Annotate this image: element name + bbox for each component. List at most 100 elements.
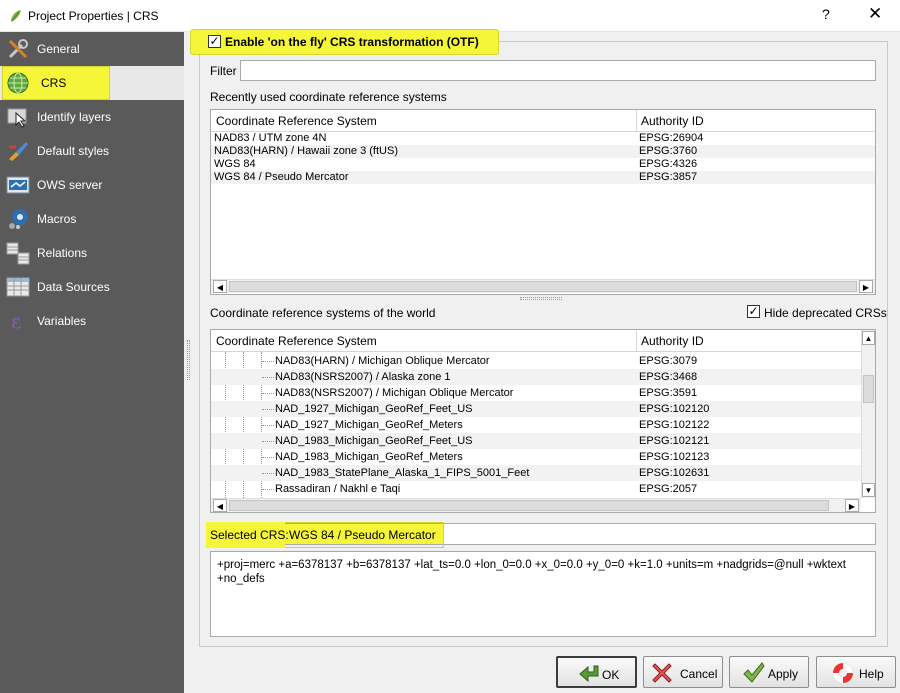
authority-id-cell: EPSG:102631 bbox=[639, 467, 710, 479]
sidebar: General CRS Identify layers Default styl… bbox=[0, 32, 184, 693]
scroll-right-arrow-icon[interactable]: ▶ bbox=[859, 280, 873, 293]
tree-branch bbox=[262, 489, 274, 490]
sidebar-item-relations[interactable]: Relations bbox=[0, 236, 184, 270]
sidebar-item-macros[interactable]: Macros bbox=[0, 202, 184, 236]
column-header-crs[interactable]: Coordinate Reference System bbox=[216, 334, 377, 348]
crs-name-cell: Rassadiran / Nakhl e Taqi bbox=[275, 483, 401, 495]
apply-button-label: Apply bbox=[768, 667, 799, 681]
sidebar-item-crs[interactable]: CRS bbox=[0, 66, 184, 100]
table-row[interactable]: WGS 84 EPSG:4326 bbox=[211, 158, 875, 171]
sidebar-item-identify-layers[interactable]: Identify layers bbox=[0, 100, 184, 134]
data-sources-table-icon bbox=[6, 277, 30, 297]
help-title-button[interactable]: ? bbox=[822, 6, 830, 22]
table-row[interactable]: NAD_1983_Michigan_GeoRef_Feet_US EPSG:10… bbox=[211, 433, 861, 449]
column-header-authority-id[interactable]: Authority ID bbox=[641, 334, 704, 348]
sidebar-item-variables[interactable]: ε Variables bbox=[0, 304, 184, 338]
tree-branch bbox=[262, 393, 274, 394]
help-button[interactable]: Help bbox=[816, 656, 896, 688]
sidebar-item-ows-server[interactable]: OWS server bbox=[0, 168, 184, 202]
table-row[interactable]: WGS 84 / Pseudo Mercator EPSG:3857 bbox=[211, 171, 875, 184]
title-bar: Project Properties | CRS ? ✕ bbox=[0, 0, 900, 32]
crs-name-cell: NAD83 / UTM zone 4N bbox=[214, 132, 327, 144]
splitter-handle[interactable] bbox=[187, 340, 190, 380]
table-header: Coordinate Reference System Authority ID bbox=[211, 110, 875, 132]
macro-gear-icon bbox=[9, 209, 28, 229]
hide-deprecated-checkbox[interactable]: ✓ bbox=[747, 305, 760, 318]
ok-button[interactable]: OK bbox=[556, 656, 637, 688]
column-header-crs[interactable]: Coordinate Reference System bbox=[216, 114, 377, 128]
crs-name-cell: NAD_1927_Michigan_GeoRef_Meters bbox=[275, 419, 463, 431]
sidebar-item-label: Default styles bbox=[37, 144, 110, 158]
qgis-logo-icon bbox=[11, 10, 21, 22]
selected-crs-label: Selected CRS: bbox=[210, 528, 289, 542]
scroll-right-arrow-icon[interactable]: ▶ bbox=[845, 499, 859, 512]
horizontal-scrollbar[interactable]: ◀ ▶ bbox=[211, 498, 861, 512]
cancel-button[interactable]: Cancel bbox=[643, 656, 723, 688]
table-row[interactable]: NAD83(NSRS2007) / Alaska zone 1 EPSG:346… bbox=[211, 369, 861, 385]
sidebar-item-label: Data Sources bbox=[37, 280, 110, 294]
scroll-left-arrow-icon[interactable]: ◀ bbox=[213, 280, 227, 293]
column-divider[interactable] bbox=[636, 110, 637, 132]
crs-name-cell: WGS 84 bbox=[214, 158, 256, 170]
hide-deprecated-label[interactable]: Hide deprecated CRSs bbox=[764, 306, 887, 320]
otf-label[interactable]: Enable 'on the fly' CRS transformation (… bbox=[225, 35, 479, 49]
selected-crs-value: WGS 84 / Pseudo Mercator bbox=[289, 528, 436, 542]
crs-name-cell: NAD83(HARN) / Michigan Oblique Mercator bbox=[275, 355, 490, 367]
otf-checkbox[interactable]: ✓ bbox=[208, 35, 221, 48]
authority-id-cell: EPSG:3079 bbox=[639, 355, 698, 367]
authority-id-cell: EPSG:102123 bbox=[639, 451, 710, 463]
authority-id-cell: EPSG:102120 bbox=[639, 403, 710, 415]
tree-branch bbox=[262, 377, 274, 378]
world-crs-table[interactable]: Coordinate Reference System Authority ID… bbox=[210, 329, 876, 513]
scroll-up-arrow-icon[interactable]: ▲ bbox=[862, 331, 875, 345]
vertical-scrollbar[interactable]: ▲ ▼ bbox=[861, 330, 875, 498]
authority-id-cell: EPSG:4326 bbox=[639, 158, 698, 170]
table-row[interactable]: NAD83(HARN) / Michigan Oblique Mercator … bbox=[211, 353, 861, 369]
table-row[interactable]: NAD83(HARN) / Hawaii zone 3 (ftUS) EPSG:… bbox=[211, 145, 875, 158]
cancel-button-label: Cancel bbox=[680, 667, 718, 681]
scroll-down-arrow-icon[interactable]: ▼ bbox=[862, 483, 875, 497]
scroll-left-arrow-icon[interactable]: ◀ bbox=[213, 499, 227, 512]
selected-crs-field-bg bbox=[444, 524, 875, 544]
authority-id-cell: EPSG:2057 bbox=[639, 483, 698, 495]
table-row[interactable]: NAD_1983_Michigan_GeoRef_Meters EPSG:102… bbox=[211, 449, 861, 465]
sidebar-item-label: OWS server bbox=[37, 178, 103, 192]
wrench-screwdriver-icon bbox=[8, 39, 28, 59]
svg-text:ε: ε bbox=[11, 309, 21, 333]
sidebar-item-general[interactable]: General bbox=[0, 32, 184, 66]
filter-input[interactable] bbox=[240, 60, 876, 81]
table-row[interactable]: NAD_1927_Michigan_GeoRef_Feet_US EPSG:10… bbox=[211, 401, 861, 417]
authority-id-cell: EPSG:3591 bbox=[639, 387, 698, 399]
identify-cursor-icon bbox=[7, 108, 27, 128]
tree-branch bbox=[262, 425, 274, 426]
proj-string-box[interactable]: +proj=merc +a=6378137 +b=6378137 +lat_ts… bbox=[210, 551, 876, 637]
authority-id-cell: EPSG:102121 bbox=[639, 435, 710, 447]
ok-button-label: OK bbox=[602, 668, 620, 682]
recent-crs-table[interactable]: Coordinate Reference System Authority ID… bbox=[210, 109, 876, 295]
sidebar-item-label: Variables bbox=[37, 314, 87, 328]
sidebar-item-label: Identify layers bbox=[37, 110, 112, 124]
scrollbar-thumb[interactable] bbox=[229, 500, 829, 511]
sidebar-item-default-styles[interactable]: Default styles bbox=[0, 134, 184, 168]
close-window-button[interactable]: ✕ bbox=[868, 4, 882, 24]
apply-checkmark-icon bbox=[743, 662, 765, 683]
apply-button[interactable]: Apply bbox=[729, 656, 809, 688]
scrollbar-thumb[interactable] bbox=[229, 281, 857, 292]
crs-name-cell: NAD83(HARN) / Hawaii zone 3 (ftUS) bbox=[214, 145, 398, 157]
crs-name-cell: WGS 84 / Pseudo Mercator bbox=[214, 171, 349, 183]
table-row[interactable]: NAD83(NSRS2007) / Michigan Oblique Merca… bbox=[211, 385, 861, 401]
column-header-authority-id[interactable]: Authority ID bbox=[641, 114, 704, 128]
scrollbar-thumb[interactable] bbox=[863, 375, 874, 403]
table-splitter-handle[interactable] bbox=[520, 297, 562, 300]
table-row[interactable]: NAD_1983_StatePlane_Alaska_1_FIPS_5001_F… bbox=[211, 465, 861, 481]
crs-name-cell: NAD_1927_Michigan_GeoRef_Feet_US bbox=[275, 403, 473, 415]
tree-branch bbox=[262, 457, 274, 458]
column-divider[interactable] bbox=[636, 330, 637, 352]
table-row[interactable]: NAD_1927_Michigan_GeoRef_Meters EPSG:102… bbox=[211, 417, 861, 433]
crs-name-cell: NAD_1983_Michigan_GeoRef_Meters bbox=[275, 451, 463, 463]
authority-id-cell: EPSG:3468 bbox=[639, 371, 698, 383]
table-row[interactable]: Rassadiran / Nakhl e Taqi EPSG:2057 bbox=[211, 481, 861, 497]
sidebar-item-data-sources[interactable]: Data Sources bbox=[0, 270, 184, 304]
horizontal-scrollbar[interactable]: ◀ ▶ bbox=[211, 279, 875, 293]
table-row[interactable]: NAD83 / UTM zone 4N EPSG:26904 bbox=[211, 132, 875, 145]
